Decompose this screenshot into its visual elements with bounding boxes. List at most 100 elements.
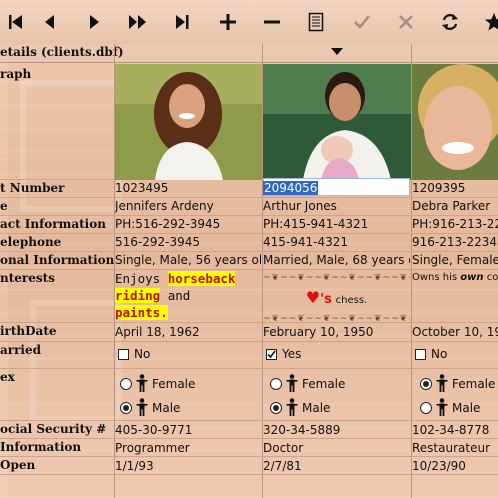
row-label-contact: act Information <box>0 217 106 231</box>
first-record-button[interactable] <box>0 6 32 38</box>
sex-female-label: Female <box>152 377 196 391</box>
refresh-icon <box>442 14 458 30</box>
client-photo[interactable] <box>115 64 262 180</box>
sort-down-icon[interactable] <box>331 48 343 55</box>
contact-cell[interactable]: PH:516-292-3945 <box>115 216 261 232</box>
sex-female-radio[interactable] <box>120 378 132 390</box>
interests-cell[interactable]: ~❦~~❦~~❦~~❦~~❦~~❦~ ♥'s chess. ~❦~~❦~~❦~~… <box>263 270 410 322</box>
client-photo[interactable] <box>263 64 411 180</box>
row-label-married: arried <box>0 343 42 357</box>
post-edit-button[interactable] <box>346 6 378 38</box>
last-record-button[interactable] <box>166 6 198 38</box>
married-checkbox-cell[interactable]: No <box>415 346 498 362</box>
telephone-cell[interactable]: 516-292-3945 <box>115 234 261 250</box>
sex-male-radio[interactable] <box>270 402 282 414</box>
sex-radio-group: Female Male <box>420 372 498 420</box>
heart-icon: ♥ <box>305 288 321 307</box>
account-number-cell[interactable]: 1209395 <box>412 180 498 196</box>
row-label-name: e <box>0 199 8 213</box>
add-record-button[interactable] <box>212 6 244 38</box>
person-icon <box>136 374 148 392</box>
married-label: No <box>431 347 448 361</box>
birthdate-cell[interactable]: April 18, 1962 <box>115 324 261 340</box>
sex-female-radio[interactable] <box>420 378 432 390</box>
name-cell[interactable]: Debra Parker <box>412 198 498 214</box>
checkmark-icon <box>354 15 370 29</box>
ornament-divider: ~❦~~❦~~❦~~❦~~❦~~❦~ <box>263 314 410 322</box>
contact-cell[interactable]: PH:415-941-4321 <box>263 216 410 232</box>
birthdate-cell[interactable]: February 10, 1950 <box>263 324 410 340</box>
row-divider <box>0 474 498 475</box>
job-cell[interactable]: Restaurateur <box>412 440 498 456</box>
married-checkbox[interactable] <box>266 349 277 360</box>
plus-icon <box>220 14 236 30</box>
personal-info-cell[interactable]: Married, Male, 68 years old <box>263 252 410 268</box>
sex-male-label: Male <box>302 401 331 415</box>
checkmark-icon <box>267 350 276 359</box>
fast-forward-button[interactable] <box>122 6 154 38</box>
sex-male-label: Male <box>452 401 481 415</box>
date-opened-cell[interactable]: 10/23/90 <box>412 458 498 474</box>
row-label-ssn: ocial Security # <box>0 422 107 436</box>
next-record-button[interactable] <box>78 6 110 38</box>
minus-icon <box>264 20 280 24</box>
date-opened-cell[interactable]: 2/7/81 <box>263 458 410 474</box>
personal-info-cell[interactable]: Single, Female, <box>412 252 498 268</box>
interest-highlight: horseback <box>167 271 236 286</box>
delete-record-button[interactable] <box>256 6 288 38</box>
sex-female-radio[interactable] <box>270 378 282 390</box>
telephone-cell[interactable]: 916-213-2234 <box>412 234 498 250</box>
married-label: Yes <box>282 347 302 361</box>
refresh-button[interactable] <box>434 6 466 38</box>
cancel-edit-button[interactable] <box>390 6 422 38</box>
ssn-cell[interactable]: 405-30-9771 <box>115 422 261 438</box>
grid-title: etails (clients.dbf) <box>0 45 124 59</box>
ssn-cell[interactable]: 102-34-8778 <box>412 422 498 438</box>
interests-cell[interactable]: Owns his own co <box>412 270 498 286</box>
account-number-cell[interactable]: 1023495 <box>115 180 261 196</box>
job-cell[interactable]: Programmer <box>115 440 261 456</box>
prev-record-button[interactable] <box>34 6 66 38</box>
selected-account-text[interactable]: 2094056 <box>263 181 319 195</box>
interest-emphasis: own <box>460 272 484 283</box>
name-cell[interactable]: Arthur Jones <box>263 198 410 214</box>
client-photo[interactable] <box>412 64 498 180</box>
sex-male-radio[interactable] <box>120 402 132 414</box>
sex-radio-group: Female Male <box>120 372 266 420</box>
personal-info-cell[interactable]: Single, Male, 56 years old <box>115 252 261 268</box>
column-header-3[interactable] <box>411 44 412 62</box>
date-opened-cell[interactable]: 1/1/93 <box>115 458 261 474</box>
interest-text: Owns his <box>412 272 458 283</box>
interest-apostrophe: 's <box>320 292 332 307</box>
married-checkbox[interactable] <box>415 349 426 360</box>
row-label-sex: ex <box>0 370 15 384</box>
document-icon <box>308 12 324 32</box>
bookmark-button[interactable] <box>478 6 498 38</box>
name-cell[interactable]: Jennifers Ardeny <box>115 198 261 214</box>
sex-female-label: Female <box>452 377 496 391</box>
contact-cell[interactable]: PH:916-213-22 <box>412 216 498 232</box>
navigator-toolbar <box>0 0 498 45</box>
birthdate-cell[interactable]: October 10, 19 <box>412 324 498 340</box>
column-header-1[interactable] <box>114 44 115 62</box>
person-icon <box>286 374 298 392</box>
married-checkbox-cell[interactable]: No <box>118 346 264 362</box>
ornament-divider: ~❦~~❦~~❦~~❦~~❦~~❦~ <box>263 273 410 283</box>
interest-highlight: paints. <box>115 305 168 320</box>
interests-cell[interactable]: Enjoys horseback riding and paints. <box>115 270 261 322</box>
column-header-2[interactable] <box>262 44 263 62</box>
skip-last-icon <box>176 15 189 29</box>
sex-male-radio[interactable] <box>420 402 432 414</box>
account-number-cell[interactable]: 2094056 <box>263 180 410 196</box>
ssn-cell[interactable]: 320-34-5889 <box>263 422 410 438</box>
married-checkbox-cell[interactable]: Yes <box>266 346 413 362</box>
x-icon <box>399 15 413 29</box>
job-cell[interactable]: Doctor <box>263 440 410 456</box>
star-icon <box>485 13 498 31</box>
interest-text: Enjoys <box>115 271 161 286</box>
married-checkbox[interactable] <box>118 349 129 360</box>
edit-record-button[interactable] <box>300 6 332 38</box>
sex-radio-group: Female Male <box>270 372 417 420</box>
person-icon <box>436 374 448 392</box>
telephone-cell[interactable]: 415-941-4321 <box>263 234 410 250</box>
